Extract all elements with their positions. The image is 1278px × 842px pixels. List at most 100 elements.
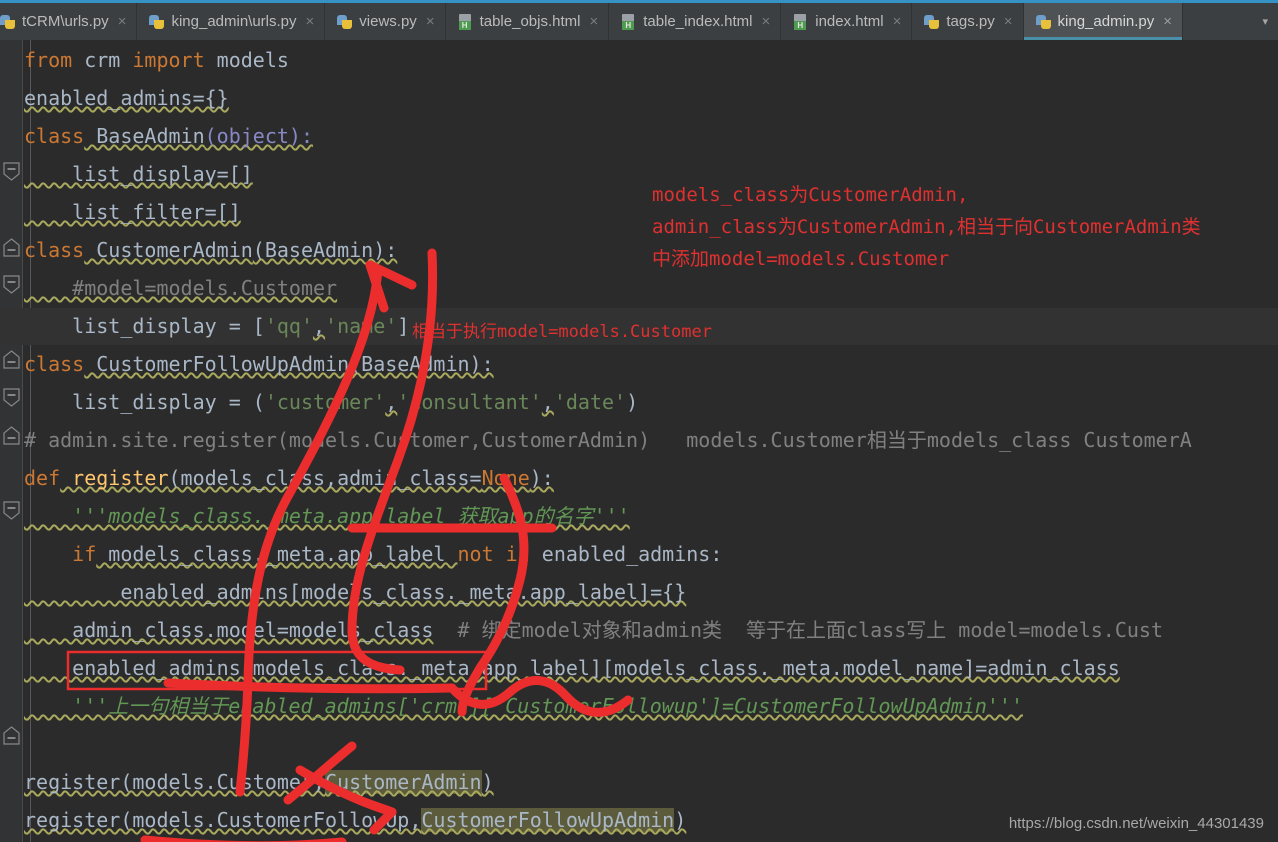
token-docstring: '''models_class._meta.app_label 获取app的名字… <box>24 504 630 528</box>
annotation-note-inline: 相当于执行model=models.Customer <box>412 322 712 342</box>
token-statement: enabled_admins[models_class._meta.app_la… <box>24 656 1120 680</box>
token-class-name: BaseAdmin <box>84 124 205 148</box>
token-comma: , <box>385 390 398 414</box>
python-file-icon <box>337 14 353 30</box>
code-line-7: #model=models.Customer <box>24 270 1278 308</box>
pycharm-window: tCRM\urls.py × king_admin\urls.py × view… <box>0 0 1278 842</box>
token-statement: admin_class.model=models_class <box>24 618 434 642</box>
code-content[interactable]: from crm import models enabled_admins={}… <box>0 40 1278 842</box>
close-icon[interactable]: × <box>1163 13 1172 30</box>
tab-overflow-button[interactable]: ▾ <box>1252 3 1278 40</box>
token-params: (models_class,admin_class= <box>168 466 482 490</box>
annotation-note-top-line-1: models_class为CustomerAdmin, <box>652 184 969 206</box>
token-comma: , <box>313 314 326 338</box>
html-file-icon <box>621 13 637 30</box>
token-keyword: if <box>24 542 97 566</box>
annotation-note-top-line-2: admin_class为CustomerAdmin,相当于向CustomerAd… <box>652 216 1201 238</box>
token-bracket: ] <box>397 314 410 338</box>
code-line-10: list_display = ('customer','consultant',… <box>24 384 1278 422</box>
html-file-icon <box>458 13 474 30</box>
token-comment: #model=models.Customer <box>24 276 338 300</box>
tab-tags-py[interactable]: tags.py × <box>912 3 1024 40</box>
annotation-note-top-line-3: 中添加model=models.Customer <box>652 248 950 270</box>
token-comma: , <box>541 390 554 414</box>
token-keyword: def <box>24 466 61 490</box>
tab-king-admin-urls[interactable]: king_admin\urls.py × <box>137 3 326 40</box>
code-line-19: register(models.Customer,CustomerAdmin) <box>24 764 1278 802</box>
python-file-icon <box>0 14 16 30</box>
token-paren: ) <box>674 808 687 832</box>
token-base: (object): <box>204 124 314 148</box>
close-icon[interactable]: × <box>1004 13 1013 30</box>
token-name: models <box>204 48 289 72</box>
token-attr: list_display = ( <box>24 390 265 414</box>
python-file-icon <box>149 14 165 30</box>
tab-table-objs-html[interactable]: table_objs.html × <box>446 3 610 40</box>
token-keyword: from <box>24 48 73 72</box>
token-attr: list_filter=[] <box>24 200 241 224</box>
watermark-url: https://blog.csdn.net/weixin_44301439 <box>1008 815 1264 832</box>
close-icon[interactable]: × <box>306 13 315 30</box>
token-keyword: import <box>132 48 205 72</box>
tab-views-py[interactable]: views.py × <box>325 3 446 40</box>
token-assignment: enabled_admins={} <box>24 86 229 110</box>
token-keyword: in <box>493 542 530 566</box>
token-paren: ) <box>481 770 494 794</box>
code-line-14: if models_class._meta.app_label not in e… <box>24 536 1278 574</box>
code-line-15: enabled_admins[models_class._meta.app_la… <box>24 574 1278 612</box>
token-attr: list_display=[] <box>24 162 253 186</box>
tab-index-html[interactable]: index.html × <box>781 3 913 40</box>
token-selected-identifier: CustomerFollowUpAdmin <box>421 808 675 832</box>
tab-table-index-html[interactable]: table_index.html × <box>609 3 782 40</box>
token-call: register(models.CustomerFollowUp, <box>24 808 422 832</box>
code-line-1: from crm import models <box>24 42 1278 80</box>
token-attr: list_display = [ <box>24 314 265 338</box>
token-expr: enabled_admins: <box>529 542 723 566</box>
token-keyword: class <box>24 352 85 376</box>
close-icon[interactable]: × <box>118 13 127 30</box>
code-line-4: list_display=[] <box>24 156 1278 194</box>
code-line-3: class BaseAdmin(object): <box>24 118 1278 156</box>
tab-label: views.py <box>359 13 417 30</box>
token-base: (BaseAdmin): <box>349 352 494 376</box>
token-statement: enabled_admins[models_class._meta.app_la… <box>24 580 687 604</box>
token-class-name: CustomerAdmin <box>84 238 253 262</box>
tab-label: table_objs.html <box>479 13 581 30</box>
token-function-name: register <box>60 466 169 490</box>
token-class-name: CustomerFollowUpAdmin <box>84 352 350 376</box>
html-file-icon <box>793 13 809 30</box>
close-icon[interactable]: × <box>761 13 770 30</box>
tab-label: king_admin\urls.py <box>171 13 297 30</box>
tab-label: tCRM\urls.py <box>22 13 109 30</box>
token-params-tail: ): <box>529 466 554 490</box>
python-file-icon <box>1035 14 1052 30</box>
tab-king-admin-py[interactable]: king_admin.py × <box>1023 3 1184 40</box>
close-icon[interactable]: × <box>589 13 598 30</box>
token-string: 'qq' <box>264 314 313 338</box>
tab-label: index.html <box>815 13 884 30</box>
code-line-12: def register(models_class,admin_class=No… <box>24 460 1278 498</box>
token-selected-identifier: CustomerAdmin <box>325 770 482 794</box>
token-string: 'customer' <box>264 390 386 414</box>
code-line-11: # admin.site.register(models.Customer,Cu… <box>24 422 1278 460</box>
token-docstring: '''上一句相当于enabled_admins['crm']['Customer… <box>24 694 1023 718</box>
code-line-9: class CustomerFollowUpAdmin(BaseAdmin): <box>24 346 1278 384</box>
chevron-down-icon: ▾ <box>1262 16 1268 28</box>
code-editor[interactable]: from crm import models enabled_admins={}… <box>0 40 1278 842</box>
close-icon[interactable]: × <box>893 13 902 30</box>
editor-tab-bar[interactable]: tCRM\urls.py × king_admin\urls.py × view… <box>0 3 1278 40</box>
code-line-2: enabled_admins={} <box>24 80 1278 118</box>
close-icon[interactable]: × <box>426 13 435 30</box>
tab-tcrm-urls[interactable]: tCRM\urls.py × <box>0 3 138 40</box>
code-line-18: '''上一句相当于enabled_admins['crm']['Customer… <box>24 688 1278 726</box>
token-string: 'name' <box>325 314 398 338</box>
token-base: (BaseAdmin): <box>252 238 398 262</box>
tab-label: king_admin.py <box>1057 13 1155 30</box>
token-expr: models_class._meta.app_label <box>96 542 458 566</box>
tab-label: table_index.html <box>643 13 753 30</box>
token-call: register(models.Customer, <box>24 770 326 794</box>
token-comment: # admin.site.register(models.Customer,Cu… <box>24 428 1192 452</box>
token-keyword: class <box>24 124 85 148</box>
code-line-17: enabled_admins[models_class._meta.app_la… <box>24 650 1278 688</box>
code-line-16: admin_class.model=models_class # 绑定model… <box>24 612 1278 650</box>
